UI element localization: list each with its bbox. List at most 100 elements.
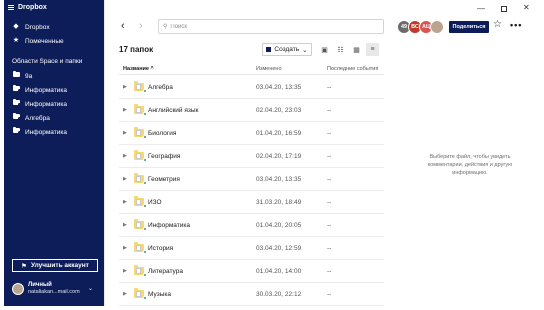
menu-lines-icon: ≡: [370, 46, 375, 53]
expand-icon[interactable]: ▶: [123, 245, 127, 251]
table-row[interactable]: ▶ Алгебра 03.04.20, 13:35 --: [119, 76, 384, 99]
synced-icon: [143, 158, 147, 162]
synced-icon: [143, 296, 147, 300]
synced-icon: [143, 181, 147, 185]
grid-view-button[interactable]: ▦: [350, 43, 363, 56]
shared-folder-icon: [12, 85, 21, 94]
folder-name[interactable]: Информатика: [148, 222, 190, 229]
details-panel-hint: Выберите файл, чтобы увидеть комментарии…: [427, 154, 513, 176]
sidebar-folder-algebra[interactable]: Алгебра: [12, 113, 50, 123]
search-input[interactable]: [170, 23, 371, 30]
expand-icon[interactable]: ▶: [123, 222, 127, 228]
folder-name[interactable]: Биология: [148, 130, 176, 137]
recent-activity: --: [327, 268, 332, 275]
forward-button[interactable]: ›: [139, 20, 143, 32]
avatar[interactable]: [430, 20, 444, 34]
synced-icon: [143, 227, 147, 231]
expand-icon[interactable]: ▶: [123, 153, 127, 159]
folder-name[interactable]: Музыка: [148, 291, 171, 298]
list-view-button[interactable]: ☷: [334, 43, 347, 56]
folder-name[interactable]: Алгебра: [148, 84, 173, 91]
sidebar-folder-informatika[interactable]: Информатика: [12, 85, 67, 95]
folder-name[interactable]: География: [148, 153, 180, 160]
table-row[interactable]: ▶ Английский язык 02.04.20, 23:03 --: [119, 99, 384, 122]
column-header-name[interactable]: Название ^: [123, 66, 154, 72]
sidebar-item-label: Алгебра: [25, 114, 50, 122]
expand-icon[interactable]: ▶: [123, 176, 127, 182]
more-options-icon[interactable]: •••: [510, 20, 522, 30]
column-header-modified[interactable]: Изменено: [256, 66, 282, 72]
sidebar-item-label: Dropbox: [25, 23, 50, 31]
avatar: [12, 283, 24, 295]
column-header-activity[interactable]: Последние события: [327, 66, 378, 72]
back-button[interactable]: ‹: [121, 20, 125, 32]
close-button[interactable]: ✕: [523, 3, 530, 12]
table-row[interactable]: ▶ Музыка 30.03.20, 22:12 --: [119, 283, 384, 306]
create-button[interactable]: Создать ⌄: [262, 43, 312, 56]
expand-icon[interactable]: ▶: [123, 268, 127, 274]
maximize-button[interactable]: [501, 6, 507, 12]
member-avatars[interactable]: 49 ВС АЦ: [397, 20, 444, 34]
search-box[interactable]: ⚲: [158, 19, 384, 34]
sidebar-item-label: Помеченные: [25, 37, 64, 45]
folder-name[interactable]: Геометрия: [148, 176, 180, 183]
recent-activity: --: [327, 84, 332, 91]
sidebar-item-starred[interactable]: ★ Помеченные: [12, 36, 64, 46]
folder-name[interactable]: Литература: [148, 268, 183, 275]
table-row[interactable]: ▶ ИЗО 31.03.20, 18:49 --: [119, 191, 384, 214]
modified-date: 02.04.20, 17:19: [256, 153, 302, 160]
menu-icon[interactable]: [8, 5, 14, 10]
star-icon[interactable]: ☆: [493, 19, 502, 30]
synced-icon: [143, 135, 147, 139]
table-row[interactable]: ▶ Биология 01.04.20, 16:59 --: [119, 122, 384, 145]
expand-icon[interactable]: ▶: [123, 291, 127, 297]
chevron-down-icon: ⌄: [302, 46, 308, 54]
sidebar-section-title: Области Space и папки: [12, 58, 83, 65]
search-icon: ⚲: [163, 24, 168, 30]
folder-name[interactable]: История: [148, 245, 173, 252]
folder-name[interactable]: Английский язык: [148, 107, 198, 114]
sidebar-item-label: 9a: [25, 72, 33, 80]
preview-view-button[interactable]: ▣: [318, 43, 331, 56]
synced-icon: [143, 112, 147, 116]
share-button[interactable]: Поделиться: [449, 21, 489, 33]
shared-folder-icon: [12, 99, 21, 108]
flag-icon: ⚑: [21, 262, 27, 270]
image-icon: ▣: [321, 46, 328, 54]
table-row[interactable]: ▶ Литература 01.04.20, 14:00 --: [119, 260, 384, 283]
sidebar-folder-informatika[interactable]: Информатика: [12, 99, 67, 109]
folder-count: 17 папок: [119, 45, 154, 54]
account-switcher[interactable]: Личный nataliakan...mail.com: [12, 282, 80, 296]
folder-name[interactable]: ИЗО: [148, 199, 162, 206]
account-email: nataliakan...mail.com: [28, 289, 80, 295]
dropbox-icon: ◆: [13, 23, 19, 30]
table-row[interactable]: ▶ Геометрия 03.04.20, 13:35 --: [119, 168, 384, 191]
sidebar-item-label: Информатика: [25, 86, 67, 94]
compact-view-button[interactable]: ≡: [366, 43, 379, 56]
modified-date: 01.04.20, 20:05: [256, 222, 302, 229]
minimize-button[interactable]: —: [477, 4, 485, 13]
sidebar-item-dropbox[interactable]: ◆ Dropbox: [12, 22, 50, 32]
chevron-down-icon[interactable]: ⌄: [88, 285, 93, 292]
modified-date: 31.03.20, 18:49: [256, 199, 302, 206]
account-name: Личный: [28, 282, 52, 288]
expand-icon[interactable]: ▶: [123, 130, 127, 136]
modified-date: 03.04.20, 13:35: [256, 176, 302, 183]
create-label: Создать: [274, 46, 300, 53]
expand-icon[interactable]: ▶: [123, 107, 127, 113]
table-row[interactable]: ▶ География 02.04.20, 17:19 --: [119, 145, 384, 168]
grid-icon: ▦: [353, 46, 360, 54]
expand-icon[interactable]: ▶: [123, 199, 127, 205]
upgrade-account-button[interactable]: ⚑ Улучшить аккаунт: [12, 259, 98, 272]
sidebar-folder-informatika[interactable]: Информатика: [12, 127, 67, 137]
upgrade-account-label: Улучшить аккаунт: [30, 262, 89, 269]
expand-icon[interactable]: ▶: [123, 84, 127, 90]
synced-icon: [143, 204, 147, 208]
table-row[interactable]: ▶ Информатика 01.04.20, 20:05 --: [119, 214, 384, 237]
list-icon: ☷: [337, 46, 344, 54]
table-row[interactable]: ▶ История 03.04.20, 12:59 --: [119, 237, 384, 260]
recent-activity: --: [327, 176, 332, 183]
modified-date: 01.04.20, 14:00: [256, 268, 302, 275]
star-icon: ★: [12, 37, 20, 44]
sidebar-folder-9a[interactable]: 9a: [12, 71, 32, 81]
